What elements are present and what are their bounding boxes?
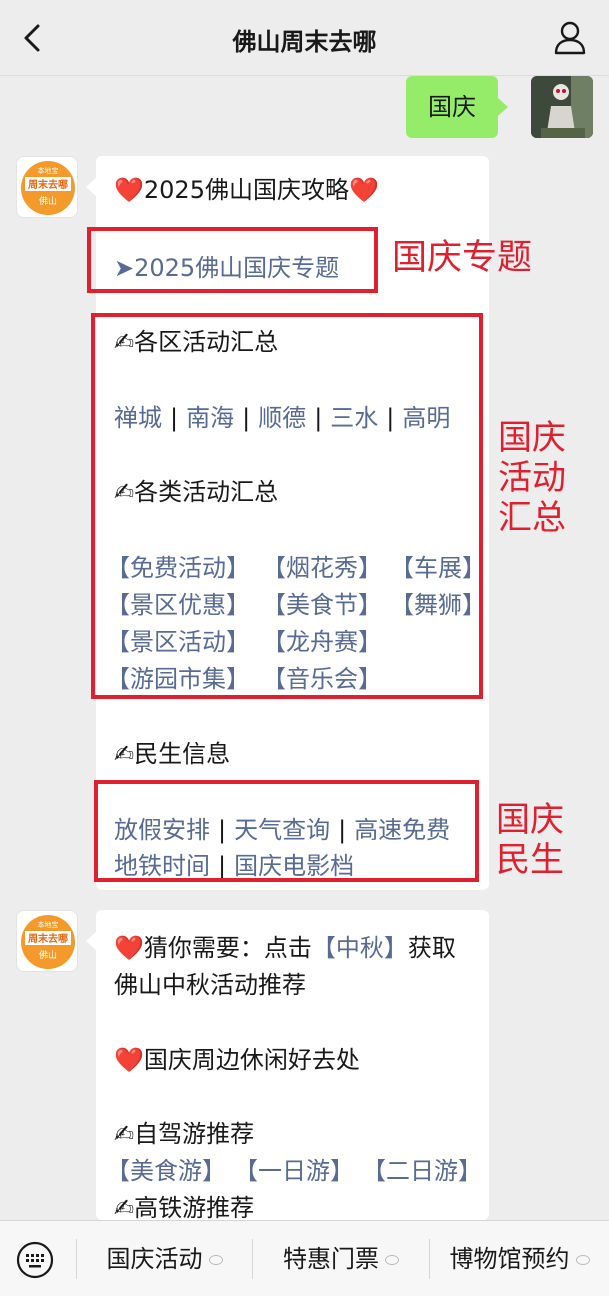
annotation-livelihood-line1: 国庆 (496, 800, 564, 840)
recommend-message-card: ❤️猜你需要：点击【中秋】获取 佛山中秋活动推荐 ❤️国庆周边休闲好去处 ✍自驾… (86, 910, 489, 1222)
menu-national-day-label: 国庆活动 (106, 1245, 203, 1273)
mid-autumn-prefix: ❤️猜你需要：点击 (114, 934, 312, 962)
mid-autumn-line: ❤️猜你需要：点击【中秋】获取 (114, 928, 456, 963)
menu-museum-booking-label: 博物馆预约 (449, 1245, 570, 1273)
brand-logo: 本地宝 周末去哪 佛山 (21, 915, 75, 969)
submenu-indicator-icon (208, 1255, 223, 1265)
bottom-menu-bar: 国庆活动 特惠门票 博物馆预约 (0, 1220, 609, 1296)
brand-avatar[interactable]: 本地宝 周末去哪 佛山 (16, 156, 78, 218)
brand-city: 佛山 (39, 949, 57, 961)
mid-autumn-link[interactable]: 【中秋】 (312, 934, 408, 962)
guide-headline: ❤️2025佛山国庆攻略❤️ (114, 176, 379, 204)
menu-museum-booking[interactable]: 博物馆预约 (430, 1221, 609, 1296)
outgoing-bubble[interactable]: 国庆 (406, 76, 508, 138)
two-day-tour-link[interactable]: 【二日游】 (362, 1151, 482, 1186)
self-drive-title: ✍自驾游推荐 (114, 1120, 255, 1148)
menu-discount-tickets-label: 特惠门票 (283, 1245, 379, 1273)
brand-tag: 本地宝 (38, 920, 59, 929)
keyboard-icon[interactable] (16, 1241, 54, 1279)
rail-tour-title: ✍高铁游推荐 (114, 1194, 255, 1222)
annotation-activities-line2: 活动 (498, 458, 566, 498)
submenu-indicator-icon (575, 1255, 590, 1265)
user-avatar[interactable] (531, 76, 593, 138)
activities-highlight-box (91, 313, 483, 699)
annotation-livelihood-line2: 民生 (496, 840, 564, 880)
annotation-livelihood: 国庆 民生 (496, 800, 564, 880)
brand-tag: 本地宝 (38, 166, 59, 175)
topic-highlight-box (87, 227, 378, 293)
mid-autumn-desc: 佛山中秋活动推荐 (114, 971, 306, 999)
annotation-activities-line1: 国庆 (498, 418, 566, 458)
menu-national-day[interactable]: 国庆活动 (77, 1221, 252, 1296)
annotation-activities-line3: 汇总 (498, 498, 566, 538)
outgoing-message: 国庆 (393, 76, 593, 138)
menu-discount-tickets[interactable]: 特惠门票 (253, 1221, 429, 1296)
one-day-tour-link[interactable]: 【一日游】 (234, 1151, 354, 1186)
brand-logo: 本地宝 周末去哪 佛山 (21, 161, 75, 215)
leisure-line: ❤️国庆周边休闲好去处 (114, 1046, 360, 1074)
chat-title: 佛山周末去哪 (232, 28, 377, 56)
annotation-topic: 国庆专题 (392, 238, 533, 278)
brand-city: 佛山 (39, 195, 57, 207)
chat-header: 佛山周末去哪 (0, 0, 609, 76)
submenu-indicator-icon (385, 1255, 399, 1265)
food-tour-link[interactable]: 【美食游】 (106, 1151, 226, 1186)
livelihood-highlight-box (94, 780, 479, 882)
user-avatar-image (531, 76, 593, 138)
brand-avatar[interactable]: 本地宝 周末去哪 佛山 (16, 910, 78, 972)
profile-icon[interactable] (553, 20, 587, 56)
brand-name: 周末去哪 (28, 932, 68, 945)
mid-autumn-suffix: 获取 (407, 934, 456, 962)
livelihood-title: ✍民生信息 (114, 740, 231, 768)
annotation-activities: 国庆 活动 汇总 (498, 418, 566, 538)
brand-name: 周末去哪 (28, 178, 68, 191)
